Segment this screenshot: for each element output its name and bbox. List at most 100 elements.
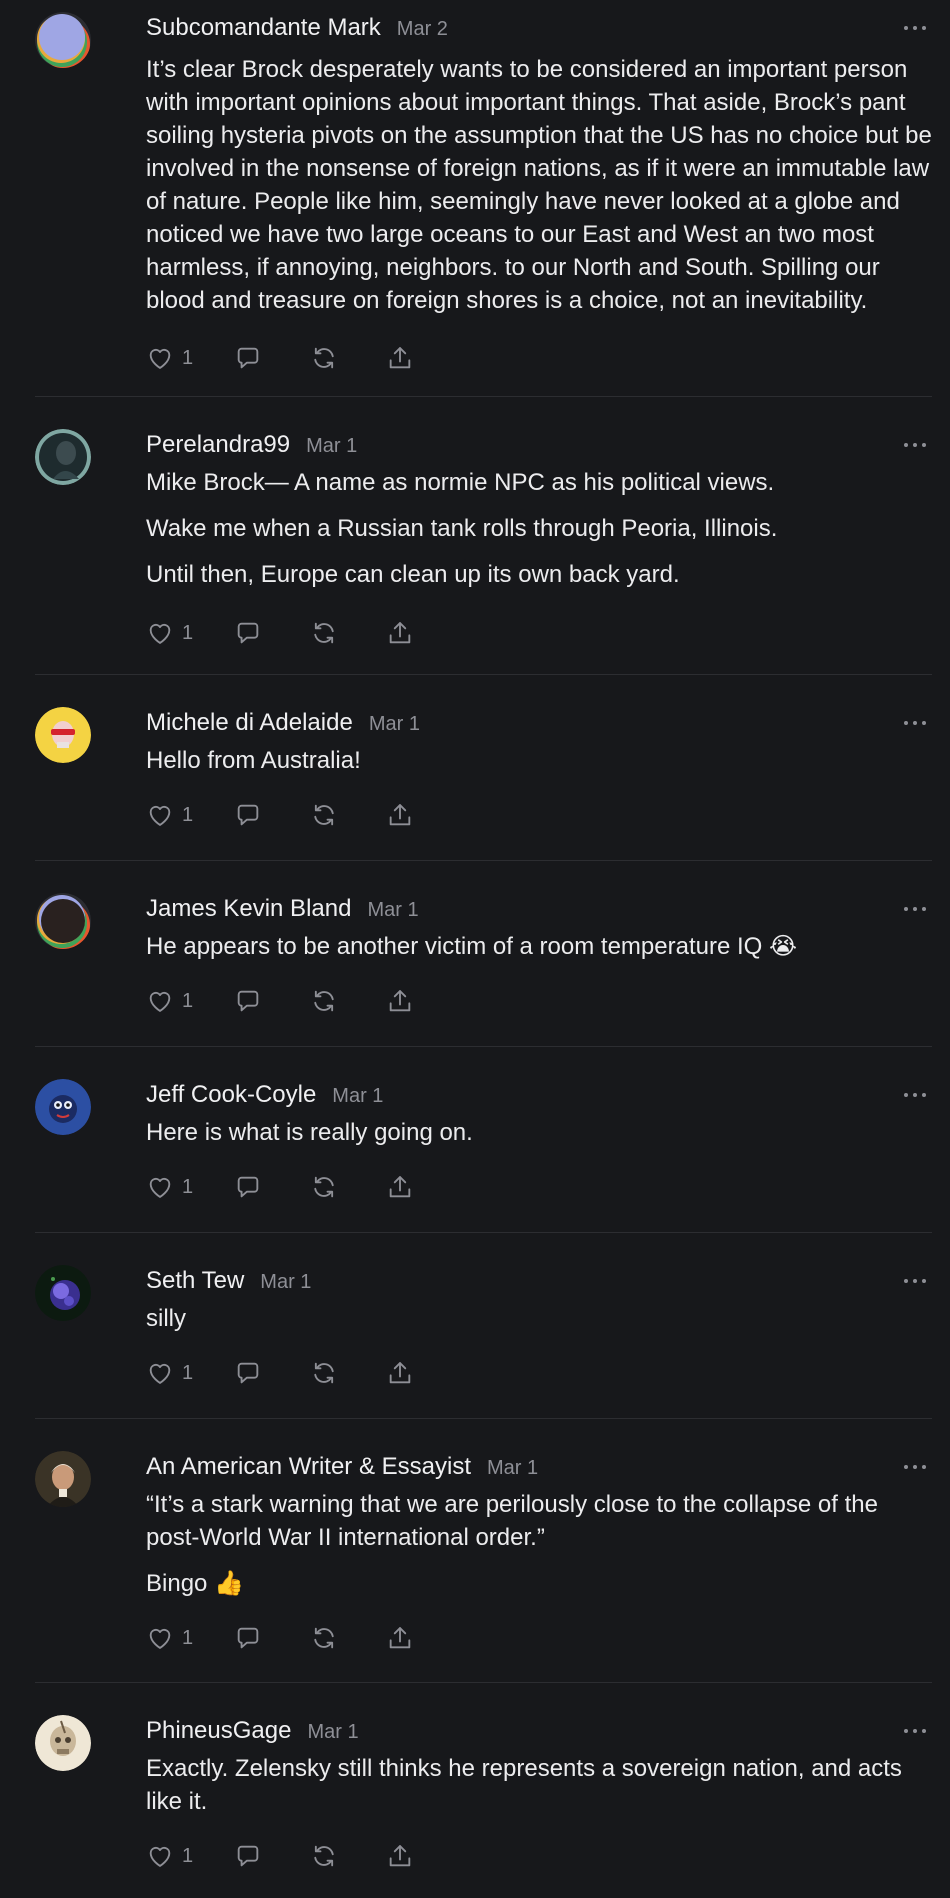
avatar[interactable] [35,1451,91,1507]
heart-icon [146,1359,174,1387]
like-count: 1 [182,1626,194,1649]
comment-date[interactable]: Mar 1 [260,1271,311,1294]
restack-button[interactable] [310,1359,386,1387]
avatar[interactable] [35,707,91,763]
comment-actions: 1 [146,1353,932,1393]
comment-body: Hello from Australia! [146,744,932,777]
avatar[interactable] [35,12,91,68]
reply-button[interactable] [234,1359,310,1387]
like-button[interactable]: 1 [146,619,234,647]
reply-button[interactable] [234,1842,310,1870]
comment-actions: 1 [146,1618,932,1658]
share-button[interactable] [386,619,426,647]
more-options-icon[interactable] [904,1090,926,1100]
author-name[interactable]: Subcomandante Mark [146,14,381,42]
like-button[interactable]: 1 [146,1842,234,1870]
like-button[interactable]: 1 [146,1359,234,1387]
like-count: 1 [182,1361,194,1384]
restack-button[interactable] [310,1173,386,1201]
author-name[interactable]: Michele di Adelaide [146,709,353,737]
comment-actions: 1 [146,613,932,653]
comment-text: It’s clear Brock desperately wants to be… [146,56,932,314]
avatar[interactable] [35,1265,91,1321]
share-button[interactable] [386,1624,426,1652]
restack-button[interactable] [310,801,386,829]
comment-date[interactable]: Mar 1 [367,899,418,922]
comment-date[interactable]: Mar 1 [369,713,420,736]
author-name[interactable]: Jeff Cook-Coyle [146,1081,316,1109]
avatar[interactable] [35,429,91,485]
restack-button[interactable] [310,1624,386,1652]
heart-icon [146,619,174,647]
comment-bubble-icon [234,1173,262,1201]
more-options-icon[interactable] [904,718,926,728]
comment-text: Until then, Europe can clean up its own … [146,561,680,588]
restack-arrows-icon [310,619,338,647]
reply-button[interactable] [234,987,310,1015]
avatar[interactable] [35,893,91,949]
comment-text: He appears to be another victim of a roo… [146,933,798,960]
share-button[interactable] [386,344,426,372]
more-options-icon[interactable] [904,1462,926,1472]
comment-date[interactable]: Mar 1 [332,1085,383,1108]
comment: An American Writer & Essayist Mar 1 “It’… [35,1419,932,1683]
comment-body: silly [146,1302,932,1335]
like-button[interactable]: 1 [146,1624,234,1652]
avatar[interactable] [35,1715,91,1771]
more-options-icon[interactable] [904,1726,926,1736]
share-upload-icon [386,1842,414,1870]
comment-actions: 1 [146,981,932,1021]
like-count: 1 [182,621,194,644]
reply-button[interactable] [234,1624,310,1652]
like-button[interactable]: 1 [146,801,234,829]
restack-arrows-icon [310,1842,338,1870]
like-button[interactable]: 1 [146,987,234,1015]
author-name[interactable]: PhineusGage [146,1717,291,1745]
comment-bubble-icon [234,1842,262,1870]
more-options-icon[interactable] [904,1276,926,1286]
comment-feed: Subcomandante Mark Mar 2 It’s clear Broc… [0,0,950,1898]
comment-date[interactable]: Mar 1 [307,1721,358,1744]
share-button[interactable] [386,1359,426,1387]
share-upload-icon [386,619,414,647]
share-button[interactable] [386,987,426,1015]
comment-text: silly [146,1305,186,1332]
like-button[interactable]: 1 [146,344,234,372]
comment-header: PhineusGage Mar 1 [146,1683,932,1745]
share-button[interactable] [386,801,426,829]
heart-icon [146,1624,174,1652]
comment: James Kevin Bland Mar 1 He appears to be… [35,861,932,1047]
author-name[interactable]: Seth Tew [146,1267,244,1295]
share-upload-icon [386,801,414,829]
restack-button[interactable] [310,344,386,372]
restack-arrows-icon [310,987,338,1015]
comment-actions: 1 [146,338,932,378]
like-button[interactable]: 1 [146,1173,234,1201]
comment-date[interactable]: Mar 1 [487,1457,538,1480]
share-button[interactable] [386,1173,426,1201]
comment-bubble-icon [234,1359,262,1387]
heart-icon [146,801,174,829]
comment-body: Here is what is really going on. [146,1116,932,1149]
reply-button[interactable] [234,619,310,647]
more-options-icon[interactable] [904,23,926,33]
reply-button[interactable] [234,344,310,372]
reply-button[interactable] [234,1173,310,1201]
comment-header: Seth Tew Mar 1 [146,1233,932,1295]
comment: Seth Tew Mar 1 silly 1 [35,1233,932,1419]
reply-button[interactable] [234,801,310,829]
more-options-icon[interactable] [904,904,926,914]
more-options-icon[interactable] [904,440,926,450]
comment-date[interactable]: Mar 2 [397,18,448,41]
comment-date[interactable]: Mar 1 [306,435,357,458]
share-button[interactable] [386,1842,426,1870]
restack-button[interactable] [310,1842,386,1870]
author-name[interactable]: An American Writer & Essayist [146,1453,471,1481]
restack-button[interactable] [310,987,386,1015]
author-name[interactable]: Perelandra99 [146,431,290,459]
avatar[interactable] [35,1079,91,1135]
like-count: 1 [182,1844,194,1867]
author-name[interactable]: James Kevin Bland [146,895,351,923]
restack-button[interactable] [310,619,386,647]
comment-header: Subcomandante Mark Mar 2 [146,0,932,42]
